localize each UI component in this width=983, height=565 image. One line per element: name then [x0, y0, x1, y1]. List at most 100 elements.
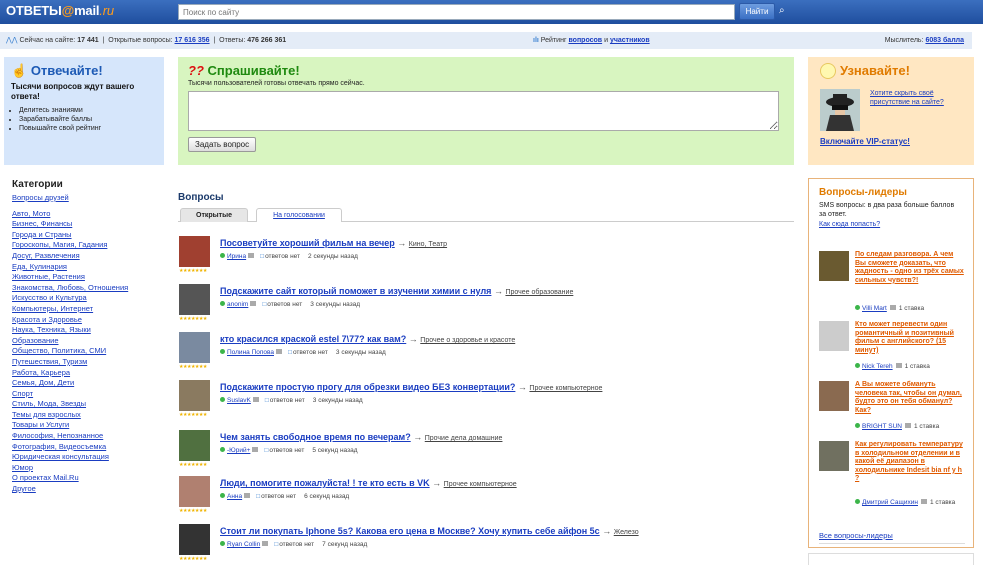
answer-title: ☝ Отвечайте!: [11, 63, 103, 78]
category-link[interactable]: Товары и Услуги: [12, 420, 162, 431]
category-link[interactable]: Работа, Карьера: [12, 368, 162, 379]
category-link[interactable]: Фотография, Видеосъемка: [12, 442, 162, 453]
question-link[interactable]: Посоветуйте хороший фильм на вечер: [220, 238, 395, 248]
category-link[interactable]: Гороскопы, Магия, Гадания: [12, 240, 162, 251]
category-link[interactable]: Образование: [12, 336, 162, 347]
message-icon[interactable]: [252, 447, 259, 452]
leader-question-link[interactable]: А Вы можете обмануть человека так, чтобы…: [855, 381, 965, 415]
category-link[interactable]: Искусство и Культура: [12, 293, 162, 304]
rating-stars: ★★★★★★★: [179, 412, 207, 418]
category-link[interactable]: Философия, Непознанное: [12, 431, 162, 442]
category-link[interactable]: Красота и Здоровье: [12, 315, 162, 326]
message-icon[interactable]: [921, 499, 927, 504]
question-author-avatar[interactable]: [179, 476, 210, 507]
leader-author-avatar[interactable]: [819, 251, 849, 281]
category-link[interactable]: Города и Страны: [12, 230, 162, 241]
rating-participants-link[interactable]: участников: [610, 37, 650, 44]
leader-question-link[interactable]: По следам разговора. А чем Вы сможете до…: [855, 251, 965, 285]
message-icon[interactable]: [276, 349, 282, 354]
message-icon[interactable]: [262, 541, 269, 546]
question-author-avatar[interactable]: [179, 332, 210, 363]
question-author-avatar[interactable]: [179, 236, 210, 267]
rating-questions-link[interactable]: вопросов: [568, 37, 602, 44]
question-category-link[interactable]: Прочее образование: [505, 289, 573, 296]
question-author-avatar[interactable]: [179, 380, 210, 411]
question-category-link[interactable]: Кино, Театр: [409, 241, 447, 248]
question-author-avatar[interactable]: [179, 430, 210, 461]
category-link[interactable]: Общество, Политика, СМИ: [12, 346, 162, 357]
open-questions-count[interactable]: 17 616 356: [175, 37, 210, 44]
tab-voting[interactable]: На голосовании: [256, 208, 342, 222]
question-link[interactable]: Люди, помогите пожалуйста! ! те кто есть…: [220, 478, 430, 488]
all-leaders-link[interactable]: Все вопросы-лидеры: [819, 531, 893, 540]
category-link[interactable]: Семья, Дом, Дети: [12, 378, 162, 389]
question-author-link[interactable]: Полина Попова: [227, 349, 274, 356]
tab-open[interactable]: Открытые: [180, 208, 248, 222]
message-icon[interactable]: [248, 253, 255, 258]
category-link[interactable]: Знакомства, Любовь, Отношения: [12, 283, 162, 294]
message-icon[interactable]: [244, 493, 251, 498]
category-link[interactable]: Юридическая консультация: [12, 452, 162, 463]
ask-question-button[interactable]: Задать вопрос: [188, 137, 257, 152]
user-points-link[interactable]: 6083 балла: [925, 37, 964, 44]
category-link[interactable]: Компьютеры, Интернет: [12, 304, 162, 315]
question-category-link[interactable]: Прочее о здоровье и красоте: [420, 337, 515, 344]
question-link[interactable]: Подскажите простую прогу для обрезки вид…: [220, 382, 515, 392]
leader-author-avatar[interactable]: [819, 441, 849, 471]
category-link[interactable]: Бизнес, Финансы: [12, 219, 162, 230]
leader-meta: BRIGHT SUN 1 ставка: [855, 423, 939, 430]
search-settings-icon[interactable]: ⌕: [779, 5, 785, 16]
category-link[interactable]: Путешествия, Туризм: [12, 357, 162, 368]
vip-status-link[interactable]: Включайте VIP-статус!: [820, 137, 910, 146]
leader-author-link[interactable]: BRIGHT SUN: [862, 423, 902, 430]
question-author-link[interactable]: -Юрий+: [227, 447, 250, 454]
category-link[interactable]: Наука, Техника, Языки: [12, 325, 162, 336]
site-logo[interactable]: ОТВЕТЫ@mail.ru: [6, 3, 114, 18]
question-link[interactable]: кто красился краской estel 7\77? как вам…: [220, 334, 406, 344]
question-author-link[interactable]: Ирина: [227, 253, 246, 260]
question-input[interactable]: [188, 91, 779, 131]
leader-author-avatar[interactable]: [819, 381, 849, 411]
question-category-link[interactable]: Прочие дела домашние: [425, 435, 503, 442]
question-link[interactable]: Стоит ли покупать Iphone 5s? Какова его …: [220, 526, 600, 536]
category-link[interactable]: Еда, Кулинария: [12, 262, 162, 273]
question-author-link[interactable]: Ryan Collin: [227, 541, 260, 548]
how-to-get-here-link[interactable]: Как сюда попасть?: [819, 221, 880, 228]
message-icon[interactable]: [252, 397, 259, 402]
question-author-link[interactable]: Анна: [227, 493, 242, 500]
category-link[interactable]: Спорт: [12, 389, 162, 400]
category-link[interactable]: Авто, Мото: [12, 209, 162, 220]
category-link[interactable]: Досуг, Развлечения: [12, 251, 162, 262]
category-link[interactable]: Темы для взрослых: [12, 410, 162, 421]
hide-presence-link[interactable]: Хотите скрыть своё присутствие на сайте?: [870, 89, 966, 107]
leader-question-link[interactable]: Кто может перевести один романтичный и п…: [855, 321, 965, 355]
category-link[interactable]: Юмор: [12, 463, 162, 474]
category-link[interactable]: Другое: [12, 484, 162, 495]
message-icon[interactable]: [895, 363, 902, 368]
category-link[interactable]: О проектах Mail.Ru: [12, 473, 162, 484]
leader-author-avatar[interactable]: [819, 321, 849, 351]
question-author-link[interactable]: SuslavK: [227, 397, 251, 404]
message-icon[interactable]: [889, 305, 896, 310]
message-icon[interactable]: [250, 301, 257, 306]
question-link[interactable]: Чем занять свободное время по вечерам?: [220, 432, 411, 442]
leader-question-link[interactable]: Как регулировать температуру в холодильн…: [855, 441, 965, 484]
category-link[interactable]: Стиль, Мода, Звезды: [12, 399, 162, 410]
category-link[interactable]: Животные, Растения: [12, 272, 162, 283]
leader-author-link[interactable]: Nick Tereh: [862, 363, 893, 370]
question-category-link[interactable]: Прочее компьютерное: [444, 481, 517, 488]
category-link[interactable]: Вопросы друзей: [12, 193, 162, 204]
question-author-avatar[interactable]: [179, 284, 210, 315]
find-button[interactable]: Найти: [739, 3, 775, 20]
question-category-link[interactable]: Прочее компьютерное: [529, 385, 602, 392]
question-category-link[interactable]: Железо: [614, 529, 639, 536]
question-link[interactable]: Подскажите сайт который поможет в изучен…: [220, 286, 491, 296]
leader-author-link[interactable]: Villi Mart: [862, 305, 887, 312]
answer-bullets: Делитесь знаниями Зарабатывайте баллы По…: [19, 106, 157, 133]
question-author-avatar[interactable]: [179, 524, 210, 555]
leader-author-link[interactable]: Дмитрий Сащихин: [862, 499, 918, 506]
message-icon[interactable]: [904, 423, 911, 428]
search-input[interactable]: [178, 4, 735, 20]
question-author-link[interactable]: anonim: [227, 301, 248, 308]
arrow-icon: →: [408, 334, 418, 344]
